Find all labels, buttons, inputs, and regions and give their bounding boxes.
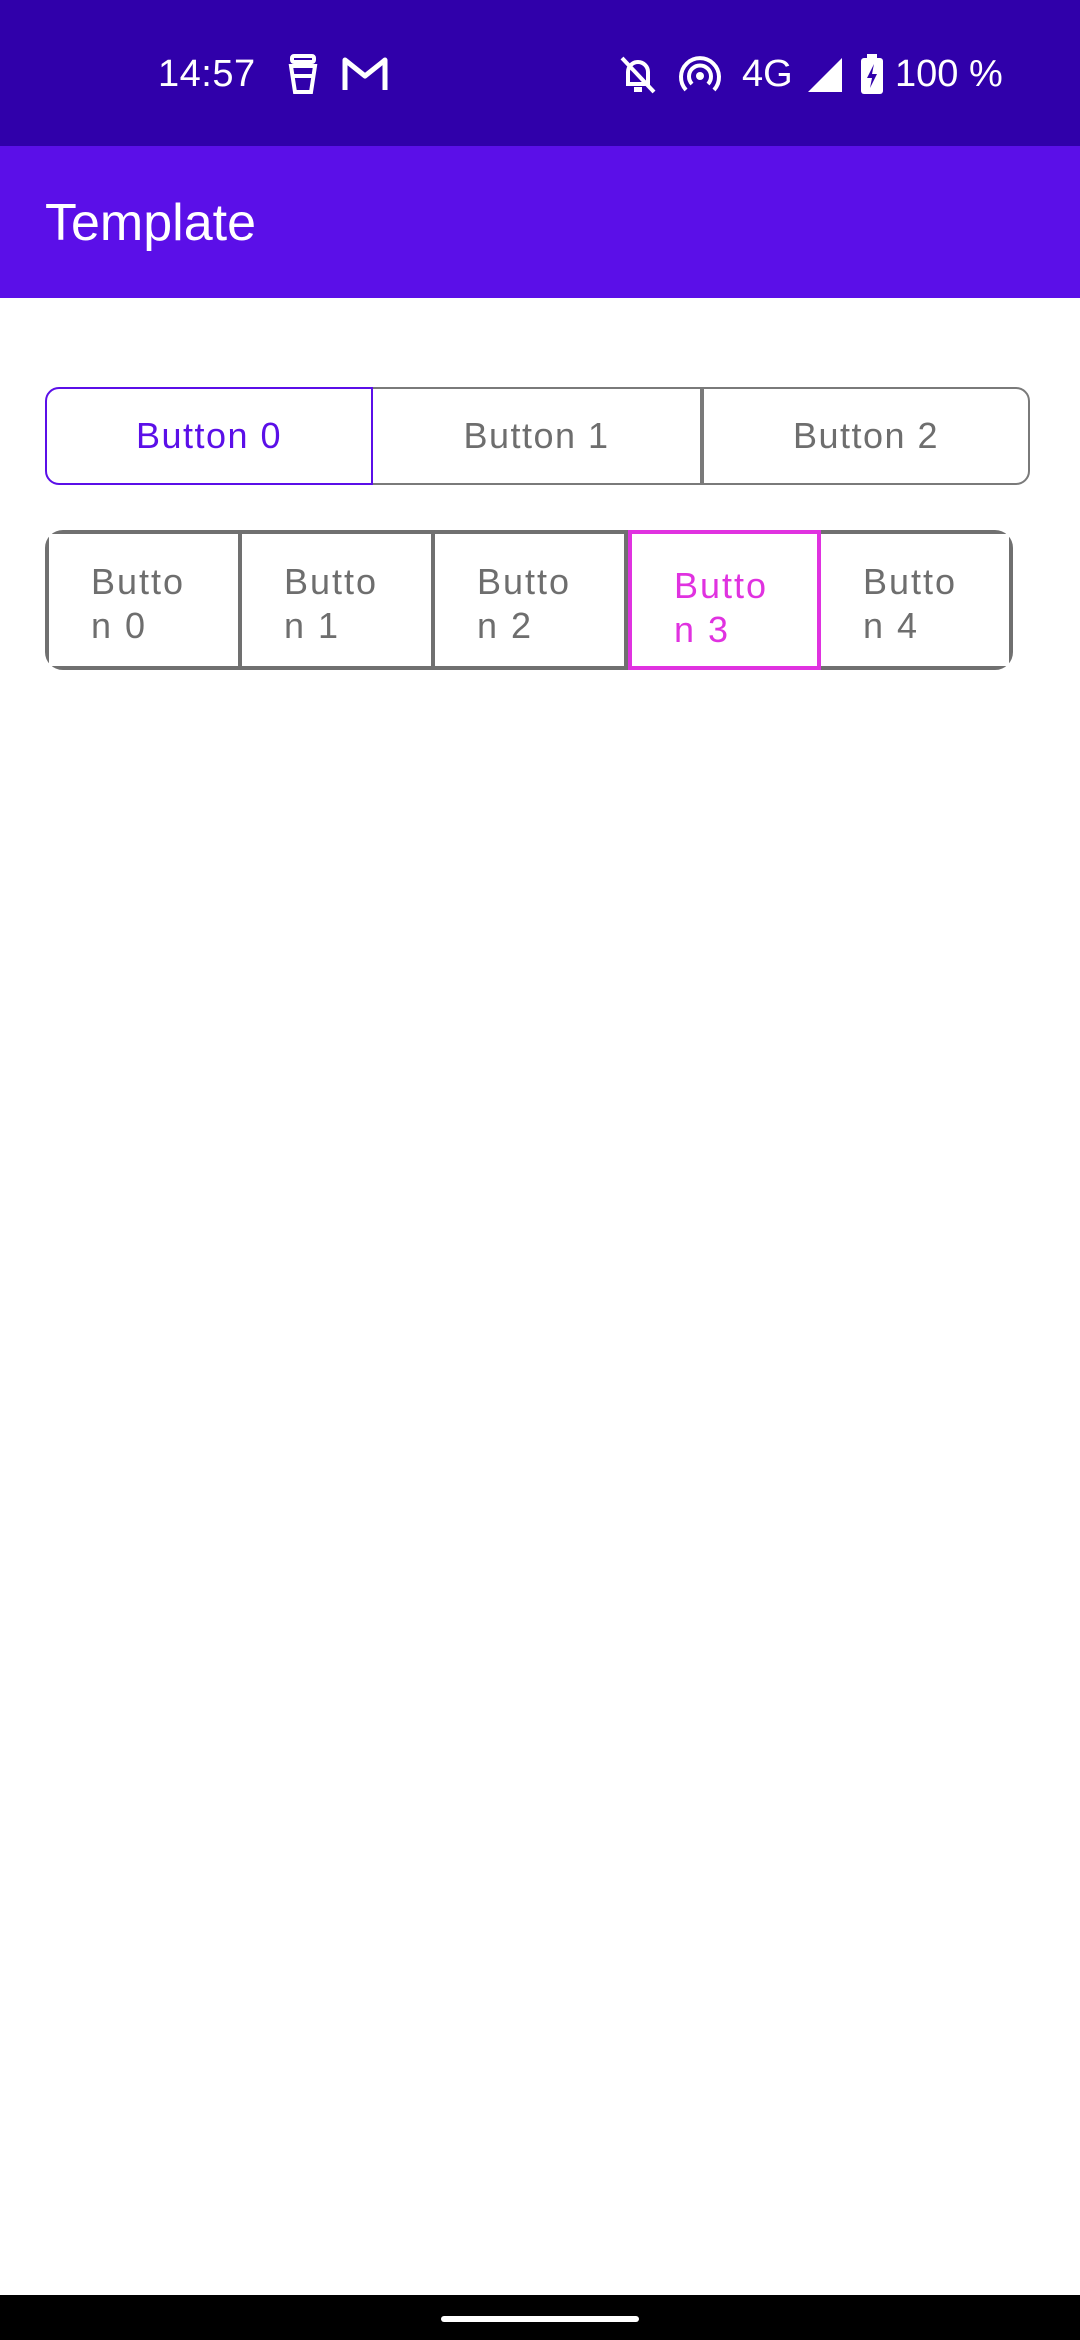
toggle2-button-1[interactable]: Butto n 1: [242, 534, 435, 666]
home-gesture-handle[interactable]: [441, 2316, 639, 2322]
status-bar: 14:57 4G 100 %: [0, 0, 1080, 146]
gmail-icon: [340, 52, 390, 96]
network-type: 4G: [742, 53, 793, 95]
status-time: 14:57: [158, 53, 256, 95]
tray-icon: [282, 52, 326, 96]
toggle2-button-0[interactable]: Butto n 0: [49, 534, 242, 666]
toggle2-button-4[interactable]: Butto n 4: [821, 534, 1009, 666]
navigation-bar: [0, 2295, 1080, 2340]
toggle2-button-3[interactable]: Butto n 3: [628, 530, 821, 670]
toggle-button-1[interactable]: Button 1: [373, 387, 702, 485]
toggle2-button-2[interactable]: Butto n 2: [435, 534, 628, 666]
signal-icon: [804, 52, 848, 96]
battery-charging-icon: [857, 52, 887, 96]
hotspot-icon: [678, 52, 722, 96]
app-title: Template: [45, 194, 256, 252]
app-bar: Template: [0, 146, 1080, 298]
toggle-button-2[interactable]: Button 2: [702, 387, 1030, 485]
toggle-group-1: Button 0 Button 1 Button 2: [45, 387, 1030, 485]
toggle-group-2: Butto n 0 Butto n 1 Butto n 2 Butto n 3 …: [45, 530, 1013, 670]
battery-percent: 100 %: [895, 53, 1003, 95]
bell-off-icon: [616, 52, 660, 96]
toggle-button-0[interactable]: Button 0: [45, 387, 373, 485]
